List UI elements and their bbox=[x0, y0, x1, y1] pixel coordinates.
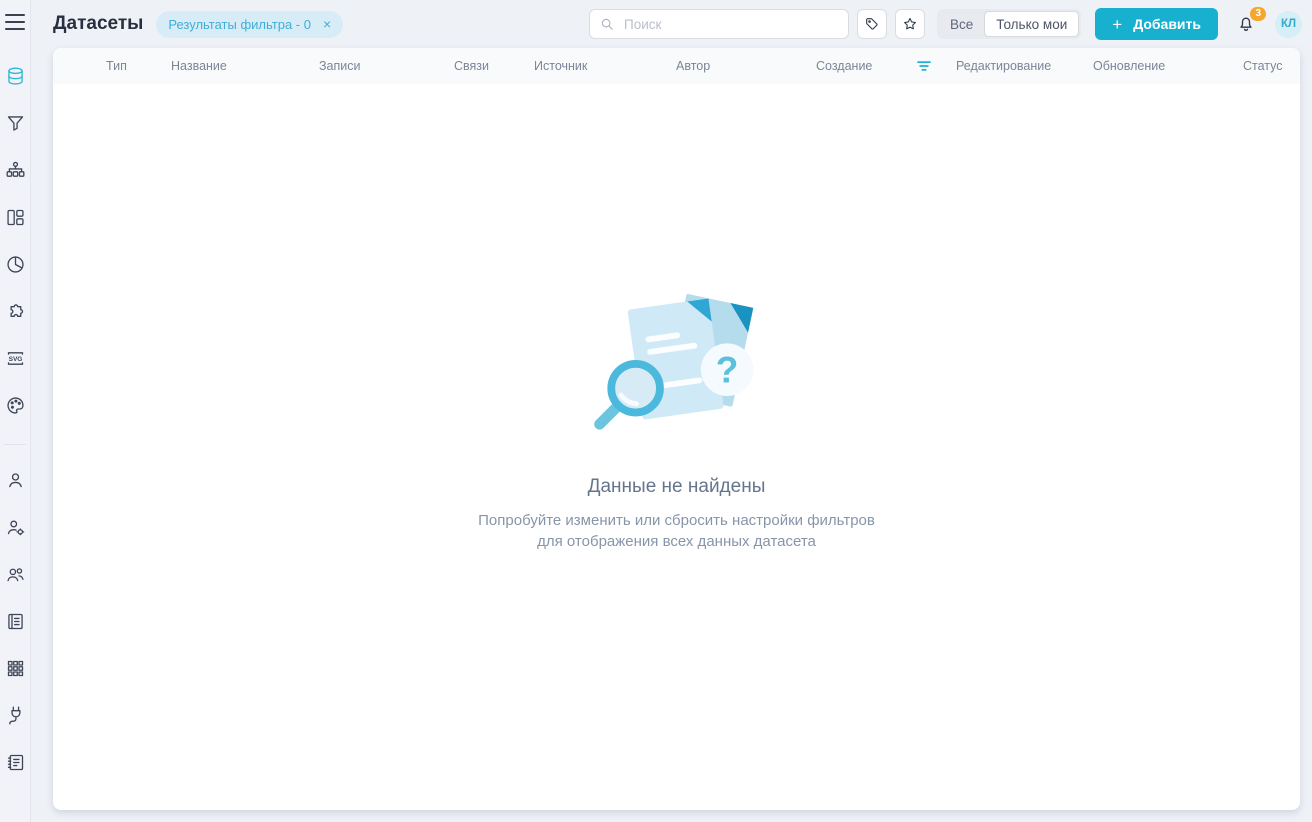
view-toggle: Все Только мои bbox=[937, 9, 1081, 39]
user-icon bbox=[5, 470, 26, 491]
column-header-name: Название bbox=[171, 59, 319, 73]
notification-badge: 3 bbox=[1250, 7, 1266, 21]
sidebar-item-notes[interactable] bbox=[5, 752, 26, 773]
sidebar-item-svg-assets[interactable]: SVG bbox=[5, 348, 26, 369]
tag-filter-button[interactable] bbox=[857, 9, 887, 39]
column-header-records: Записи bbox=[319, 59, 454, 73]
avatar[interactable]: КЛ bbox=[1275, 11, 1302, 38]
search-icon bbox=[600, 17, 614, 31]
menu-hamburger-icon[interactable] bbox=[5, 14, 25, 30]
star-icon bbox=[902, 16, 918, 32]
created-sort-filter-icon[interactable] bbox=[916, 60, 932, 72]
chip-close-icon[interactable]: × bbox=[323, 17, 331, 31]
plus-icon: + bbox=[1112, 16, 1122, 33]
journal-icon bbox=[5, 611, 26, 632]
database-icon bbox=[5, 66, 26, 87]
search-box bbox=[589, 9, 849, 39]
column-header-created: Создание bbox=[816, 59, 956, 73]
sidebar-item-plugins[interactable] bbox=[5, 301, 26, 322]
view-toggle-all[interactable]: Все bbox=[939, 11, 984, 37]
svg-icon: SVG bbox=[5, 348, 26, 369]
sidebar-item-hierarchy[interactable] bbox=[5, 160, 26, 181]
sidebar-nav-top: SVG bbox=[5, 66, 26, 416]
sidebar-item-themes[interactable] bbox=[5, 395, 26, 416]
favorites-button[interactable] bbox=[895, 9, 925, 39]
tag-icon bbox=[864, 16, 880, 32]
search-input[interactable] bbox=[622, 16, 838, 33]
users-icon bbox=[5, 564, 26, 585]
filter-chip-label: Результаты фильтра - 0 bbox=[168, 17, 311, 32]
sidebar-item-users[interactable] bbox=[5, 564, 26, 585]
palette-icon bbox=[5, 395, 26, 416]
sidebar-item-connections[interactable] bbox=[5, 705, 26, 726]
sidebar-item-profile[interactable] bbox=[5, 470, 26, 491]
empty-state-description: Попробуйте изменить или сбросить настрой… bbox=[53, 511, 1300, 552]
funnel-icon bbox=[5, 113, 26, 134]
column-header-updated: Обновление bbox=[1093, 59, 1243, 73]
column-header-edited: Редактирование bbox=[956, 59, 1093, 73]
sitemap-icon bbox=[5, 160, 26, 181]
pie-chart-icon bbox=[5, 254, 26, 275]
column-header-source: Источник bbox=[534, 59, 676, 73]
user-gear-icon bbox=[5, 517, 26, 538]
sidebar: SVG bbox=[0, 0, 31, 822]
table-header: Тип Название Записи Связи Источник Автор… bbox=[53, 48, 1300, 84]
sidebar-item-apps[interactable] bbox=[5, 658, 26, 679]
notifications-button[interactable]: 3 bbox=[1236, 12, 1258, 36]
topbar-right-group: Все Только мои + Добавить 3 КЛ bbox=[589, 8, 1302, 40]
page-title: Датасеты bbox=[53, 13, 143, 35]
empty-state: ? Данные не найдены Попробуйте изменить … bbox=[53, 285, 1300, 552]
main-area: Датасеты Результаты фильтра - 0 × Все bbox=[31, 0, 1312, 822]
svg-text:SVG: SVG bbox=[8, 356, 22, 363]
notes-icon bbox=[5, 752, 26, 773]
column-header-created-label: Создание bbox=[816, 59, 872, 73]
sidebar-item-filters[interactable] bbox=[5, 113, 26, 134]
sidebar-divider bbox=[4, 444, 26, 445]
filter-results-chip[interactable]: Результаты фильтра - 0 × bbox=[156, 11, 343, 38]
column-header-status: Статус bbox=[1243, 59, 1300, 73]
view-toggle-mine[interactable]: Только мои bbox=[984, 11, 1079, 37]
layout-icon bbox=[5, 207, 26, 228]
column-header-links: Связи bbox=[454, 59, 534, 73]
column-header-type: Тип bbox=[106, 59, 171, 73]
app-root: SVG bbox=[0, 0, 1312, 822]
topbar: Датасеты Результаты фильтра - 0 × Все bbox=[31, 0, 1312, 48]
empty-desc-line2: для отображения всех данных датасета bbox=[537, 533, 816, 550]
add-button[interactable]: + Добавить bbox=[1095, 8, 1218, 40]
empty-state-title: Данные не найдены bbox=[53, 476, 1300, 498]
add-button-label: Добавить bbox=[1133, 16, 1201, 32]
datasets-card: Тип Название Записи Связи Источник Автор… bbox=[53, 48, 1300, 810]
sidebar-item-layouts[interactable] bbox=[5, 207, 26, 228]
sidebar-item-user-settings[interactable] bbox=[5, 517, 26, 538]
svg-text:?: ? bbox=[716, 349, 739, 390]
grid-icon bbox=[5, 658, 26, 679]
column-header-author: Автор bbox=[676, 59, 816, 73]
sidebar-nav-bottom bbox=[5, 470, 26, 773]
empty-desc-line1: Попробуйте изменить или сбросить настрой… bbox=[478, 512, 875, 529]
documents-search-illustration: ? bbox=[584, 285, 769, 433]
sidebar-item-journal[interactable] bbox=[5, 611, 26, 632]
puzzle-icon bbox=[5, 301, 26, 322]
plug-icon bbox=[5, 705, 26, 726]
sidebar-item-datasets[interactable] bbox=[5, 66, 26, 87]
sidebar-item-charts[interactable] bbox=[5, 254, 26, 275]
